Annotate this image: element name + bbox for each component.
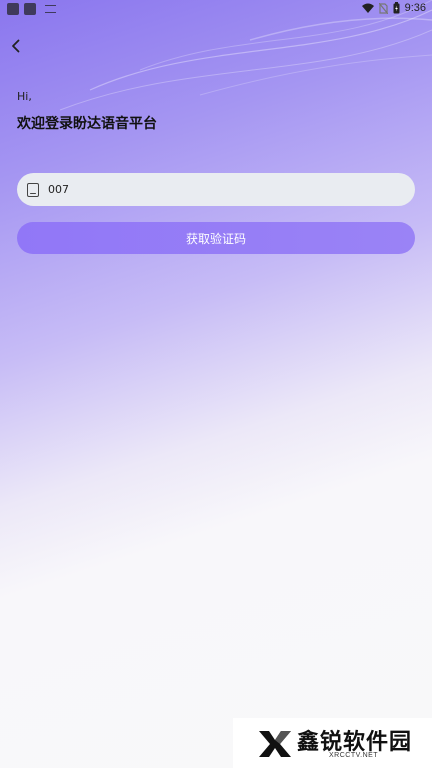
welcome-title: 欢迎登录盼达语音平台	[17, 116, 157, 132]
no-sim-icon	[378, 2, 388, 14]
chevron-left-icon	[12, 39, 20, 53]
wifi-icon	[361, 3, 374, 13]
watermark-url: XRCCTV.NET	[329, 752, 379, 759]
phone-icon	[27, 182, 39, 197]
greeting-text: Hi,	[17, 90, 32, 103]
back-button[interactable]	[6, 36, 26, 56]
notification-app-icon	[7, 3, 19, 15]
watermark: 鑫锐软件园 XRCCTV.NET	[233, 718, 432, 768]
status-time: 9:36	[404, 2, 426, 14]
notification-tray-icon	[45, 5, 56, 13]
phone-field[interactable]	[17, 173, 415, 206]
phone-input[interactable]	[48, 183, 388, 196]
notification-app-icon	[24, 3, 36, 15]
battery-icon	[393, 2, 400, 14]
get-code-button[interactable]: 获取验证码	[17, 222, 415, 254]
status-bar: 9:36	[0, 0, 432, 18]
watermark-logo-icon	[259, 731, 291, 757]
